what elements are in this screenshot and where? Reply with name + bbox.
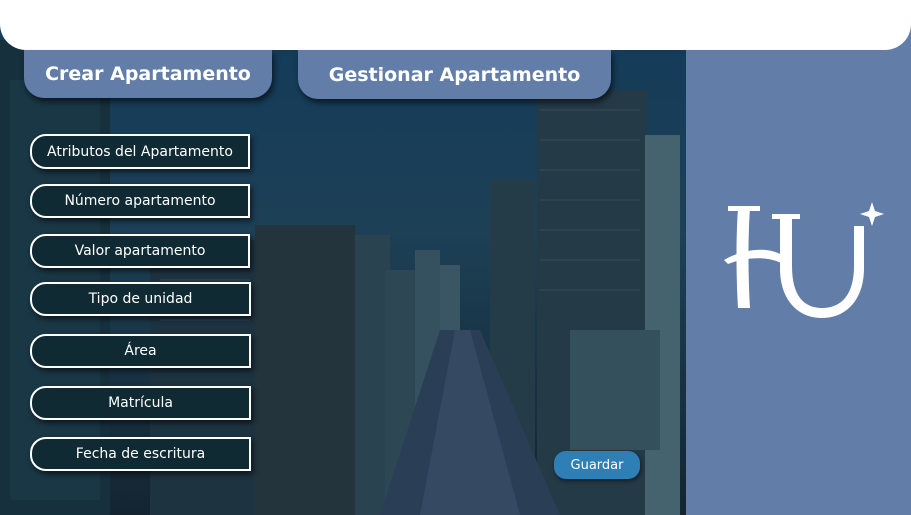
- tab-gestionar-apartamento[interactable]: Gestionar Apartamento: [298, 50, 611, 99]
- field-tipo-unidad[interactable]: Tipo de unidad: [30, 282, 251, 316]
- field-area[interactable]: Área: [30, 334, 251, 368]
- field-numero-apartamento[interactable]: Número apartamento: [30, 184, 250, 218]
- tab-crear-apartamento[interactable]: Crear Apartamento: [24, 50, 272, 98]
- hu-monogram-logo: [718, 196, 888, 330]
- field-matricula[interactable]: Matrícula: [30, 386, 251, 420]
- top-bar: [0, 0, 911, 50]
- logo-icon: [724, 202, 884, 318]
- field-valor-apartamento[interactable]: Valor apartamento: [30, 234, 250, 268]
- guardar-button[interactable]: Guardar: [554, 451, 640, 479]
- field-atributos-apartamento[interactable]: Atributos del Apartamento: [30, 134, 250, 169]
- field-fecha-escritura[interactable]: Fecha de escritura: [30, 437, 251, 471]
